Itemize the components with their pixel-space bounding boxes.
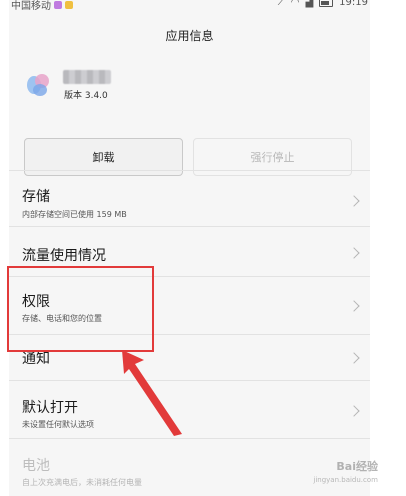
app-version: 版本 3.4.0 [64,91,108,101]
row-title: 默认打开 [22,400,78,416]
carrier-label: 中国移动 [11,1,51,12]
status-bar-right: ⟋ ◠ ▟ 19:19 [278,0,368,8]
status-bar: 中国移动 ⟋ ◠ ▟ 19:19 [9,0,370,12]
chevron-right-icon [348,195,360,207]
row-title: 流量使用情况 [22,248,106,264]
page-title: 应用信息 [165,28,214,43]
arrow-shape [122,350,182,436]
chevron-right-icon [348,247,360,259]
watermark-subtext: jingyan.baidu.com [313,476,378,484]
annotation-arrow [122,350,182,436]
chevron-right-icon [348,405,360,417]
right-margin [397,0,406,496]
chevron-right-icon [348,352,360,364]
wifi-icon: ◠ [290,0,300,8]
watermark: Bai经验 jingyan.baidu.com [313,458,378,484]
chevron-right-icon [348,300,360,312]
vibrate-icon: ⟋ [277,0,285,8]
settings-row-storage[interactable]: 存储 内部存储空间已使用 159 MB [9,170,370,226]
status-bar-left: 中国移动 [11,0,73,12]
signal-icon: ▟ [305,0,314,8]
row-title: 存储 [22,189,50,205]
battery-icon [319,0,334,7]
row-subtitle: 内部存储空间已使用 159 MB [22,210,127,219]
action-buttons: 卸载 强行停止 [9,122,370,176]
app-header: 版本 3.4.0 [9,58,370,122]
notification-icon [65,0,73,9]
row-title: 电池 [22,458,50,474]
left-margin [0,0,9,496]
row-subtitle: 自上次充满电后，未消耗任何电量 [22,478,142,487]
row-subtitle: 未设置任何默认选项 [22,420,94,429]
app-name-redacted [63,70,111,84]
app-icon [25,72,51,98]
clock: 19:19 [339,0,368,8]
watermark-text: Bai经验 [336,460,378,473]
settings-row-battery[interactable]: 电池 自上次充满电后，未消耗任何电量 [9,438,370,496]
annotation-highlight-box [7,266,154,352]
notification-icon [54,0,62,9]
